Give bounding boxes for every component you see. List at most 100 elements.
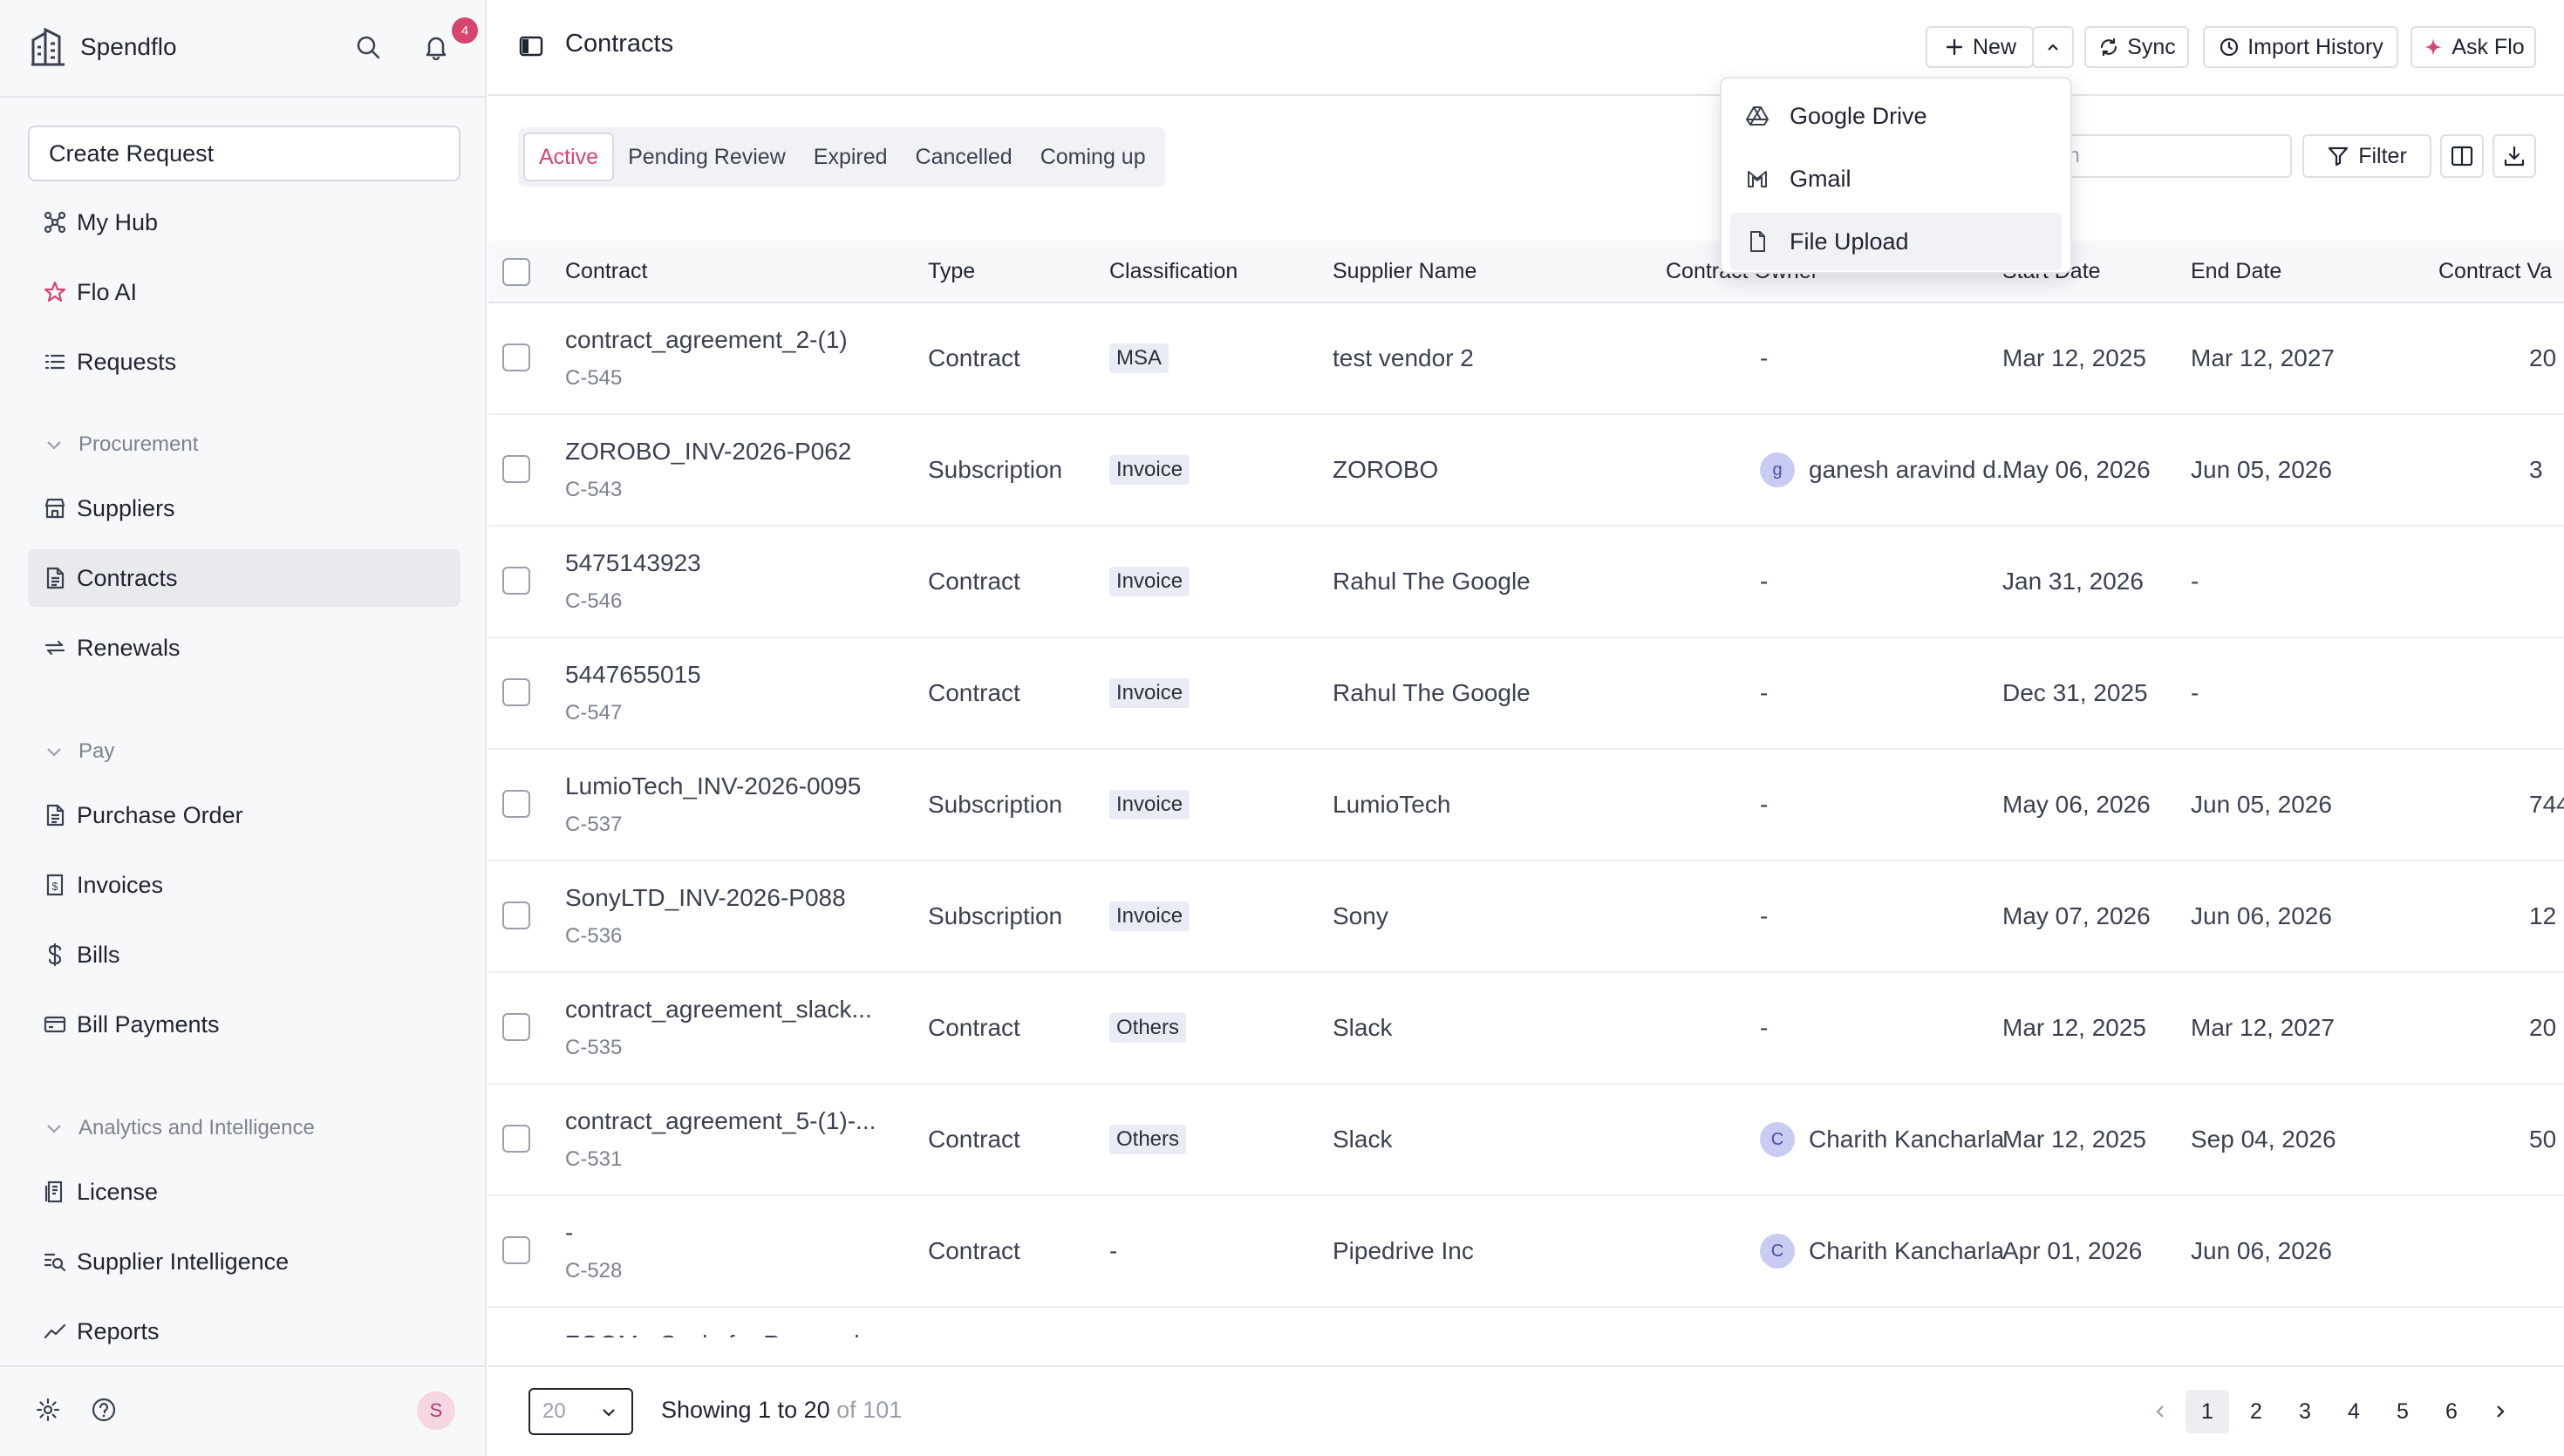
row-checkbox[interactable] <box>502 344 530 371</box>
cell-owner: g ganesh aravind d... <box>1760 415 2016 525</box>
sidebar-item-license[interactable]: License <box>28 1163 460 1221</box>
sidebar-item-reports[interactable]: Reports <box>28 1303 460 1360</box>
import-history-button[interactable]: Import History <box>2203 26 2398 68</box>
sidebar-item-bills[interactable]: Bills <box>28 926 460 983</box>
table-row[interactable]: ZOROBO_INV-2026-P062 C-543 Subscription Inv… <box>488 415 2564 527</box>
contract-name[interactable]: contract_agreement_2-(1) <box>565 326 848 354</box>
tab-coming-up[interactable]: Coming up <box>1026 133 1160 181</box>
sidebar-item-label: Flo AI <box>77 278 138 305</box>
page-button-3[interactable]: 3 <box>2283 1390 2327 1433</box>
contract-name[interactable]: 5475143923 <box>565 549 701 577</box>
contract-name[interactable]: contract_agreement_5-(1)-... <box>565 1107 876 1135</box>
owner-avatar: C <box>1760 1122 1795 1157</box>
sidebar-toggle-icon[interactable] <box>516 31 546 61</box>
section-title: Procurement <box>78 432 199 456</box>
row-checkbox[interactable] <box>502 567 530 595</box>
help-icon[interactable] <box>89 1395 119 1425</box>
classification-tag: Invoice <box>1109 678 1190 708</box>
contract-name[interactable]: ZOOM - Scale for Research <box>565 1330 868 1337</box>
table-row[interactable]: 5475143923 C-546 Contract Invoice Rahul The … <box>488 527 2564 638</box>
sidebar-item-purchase-order[interactable]: Purchase Order <box>28 786 460 844</box>
contract-name[interactable]: contract_agreement_slack... <box>565 996 872 1024</box>
page-button-1[interactable]: 1 <box>2186 1390 2229 1433</box>
new-menu-toggle[interactable] <box>2032 26 2074 68</box>
new-button[interactable]: New <box>1926 26 2034 68</box>
chevron-down-icon <box>44 1118 65 1139</box>
column-header-contract[interactable]: Contract <box>565 241 647 302</box>
filter-icon <box>2327 145 2349 167</box>
section-title: Pay <box>78 739 115 763</box>
table-row[interactable]: contract_agreement_2-(1) C-545 Contract MSA… <box>488 303 2564 415</box>
page-button-2[interactable]: 2 <box>2234 1390 2278 1433</box>
row-checkbox[interactable] <box>502 1236 530 1264</box>
columns-button[interactable] <box>2440 134 2484 178</box>
document-icon <box>42 802 68 828</box>
contracts-table: Contract Type Classification Supplier Na… <box>488 241 2564 1337</box>
cell-supplier: Rahul The Google <box>1333 568 1531 595</box>
table-row[interactable]: SonyLTD_INV-2026-P088 C-536 Subscription In… <box>488 861 2564 973</box>
contract-name[interactable]: SonyLTD_INV-2026-P088 <box>565 884 846 912</box>
row-checkbox[interactable] <box>502 1125 530 1153</box>
page-size-select[interactable]: 20 <box>528 1388 633 1435</box>
user-avatar[interactable]: S <box>417 1391 455 1430</box>
classification-tag: Others <box>1109 1125 1187 1154</box>
next-page-button[interactable] <box>2479 1390 2522 1433</box>
download-button[interactable] <box>2492 134 2536 178</box>
row-checkbox[interactable] <box>502 455 530 483</box>
sync-button[interactable]: Sync <box>2084 26 2189 68</box>
section-header-pay[interactable]: Pay <box>44 734 114 769</box>
sidebar-item-requests[interactable]: Requests <box>28 333 460 391</box>
tab-pending-review[interactable]: Pending Review <box>614 133 800 181</box>
table-row[interactable]: - C-528 Contract - Pipedrive Inc C Charith Kan… <box>488 1196 2564 1308</box>
sidebar-item-my-hub[interactable]: My Hub <box>28 194 460 251</box>
contract-name[interactable]: LumioTech_INV-2026-0095 <box>565 772 861 800</box>
column-header-classification[interactable]: Classification <box>1109 241 1238 302</box>
table-row[interactable]: ZOOM - Scale for Research <box>488 1308 2564 1337</box>
sidebar-item-flo-ai[interactable]: Flo AI <box>28 263 460 321</box>
row-checkbox[interactable] <box>502 1013 530 1041</box>
table-row[interactable]: LumioTech_INV-2026-0095 C-537 Subscription… <box>488 750 2564 861</box>
create-request-button[interactable]: Create Request <box>28 126 460 181</box>
page-button-5[interactable]: 5 <box>2381 1390 2424 1433</box>
select-all-checkbox[interactable] <box>502 258 530 286</box>
section-header-analytics[interactable]: Analytics and Intelligence <box>44 1111 315 1146</box>
cell-start-date: May 07, 2026 <box>2002 902 2151 929</box>
menu-item-file-upload[interactable]: File Upload <box>1730 213 2062 270</box>
table-row[interactable]: contract_agreement_slack... C-535 Contract… <box>488 973 2564 1085</box>
column-header-supplier-name[interactable]: Supplier Name <box>1333 241 1476 302</box>
settings-gear-icon[interactable] <box>33 1395 63 1425</box>
row-checkbox[interactable] <box>502 901 530 929</box>
menu-item-google-drive[interactable]: Google Drive <box>1730 87 2062 145</box>
contract-name[interactable]: 5447655015 <box>565 661 701 689</box>
prev-page-button[interactable] <box>2138 1390 2182 1433</box>
page-button-6[interactable]: 6 <box>2430 1390 2473 1433</box>
column-header-type[interactable]: Type <box>928 241 975 302</box>
contract-name[interactable]: - <box>565 1219 573 1247</box>
section-header-procurement[interactable]: Procurement <box>44 427 198 462</box>
sidebar-item-contracts[interactable]: Contracts <box>28 549 460 607</box>
tab-expired[interactable]: Expired <box>800 133 902 181</box>
row-checkbox[interactable] <box>502 790 530 818</box>
sidebar-item-bill-payments[interactable]: Bill Payments <box>28 996 460 1053</box>
tab-cancelled[interactable]: Cancelled <box>902 133 1026 181</box>
column-header-contract-value[interactable]: Contract Va <box>2438 241 2552 302</box>
table-row[interactable]: contract_agreement_5-(1)-... C-531 Contrac… <box>488 1085 2564 1196</box>
row-checkbox[interactable] <box>502 678 530 706</box>
ask-flo-button[interactable]: Ask Flo <box>2411 26 2536 68</box>
sidebar-item-supplier-intelligence[interactable]: Supplier Intelligence <box>28 1233 460 1290</box>
sidebar-item-invoices[interactable]: $ Invoices <box>28 856 460 914</box>
search-icon[interactable] <box>351 30 385 65</box>
menu-item-gmail[interactable]: Gmail <box>1730 150 2062 208</box>
brand[interactable]: Spendflo <box>30 26 177 68</box>
table-row[interactable]: 5447655015 C-547 Contract Invoice Rahul The … <box>488 638 2564 750</box>
page-button-4[interactable]: 4 <box>2332 1390 2376 1433</box>
contract-name[interactable]: ZOROBO_INV-2026-P062 <box>565 438 851 466</box>
sidebar-item-renewals[interactable]: Renewals <box>28 619 460 677</box>
cell-start-date: Dec 31, 2025 <box>2002 679 2148 706</box>
sidebar-item-suppliers[interactable]: Suppliers <box>28 480 460 537</box>
cell-end-date: Jun 05, 2026 <box>2191 791 2332 818</box>
tab-active[interactable]: Active <box>523 133 615 181</box>
column-header-end-date[interactable]: End Date <box>2191 241 2281 302</box>
bell-icon[interactable] <box>419 30 453 65</box>
filter-button[interactable]: Filter <box>2302 134 2431 178</box>
